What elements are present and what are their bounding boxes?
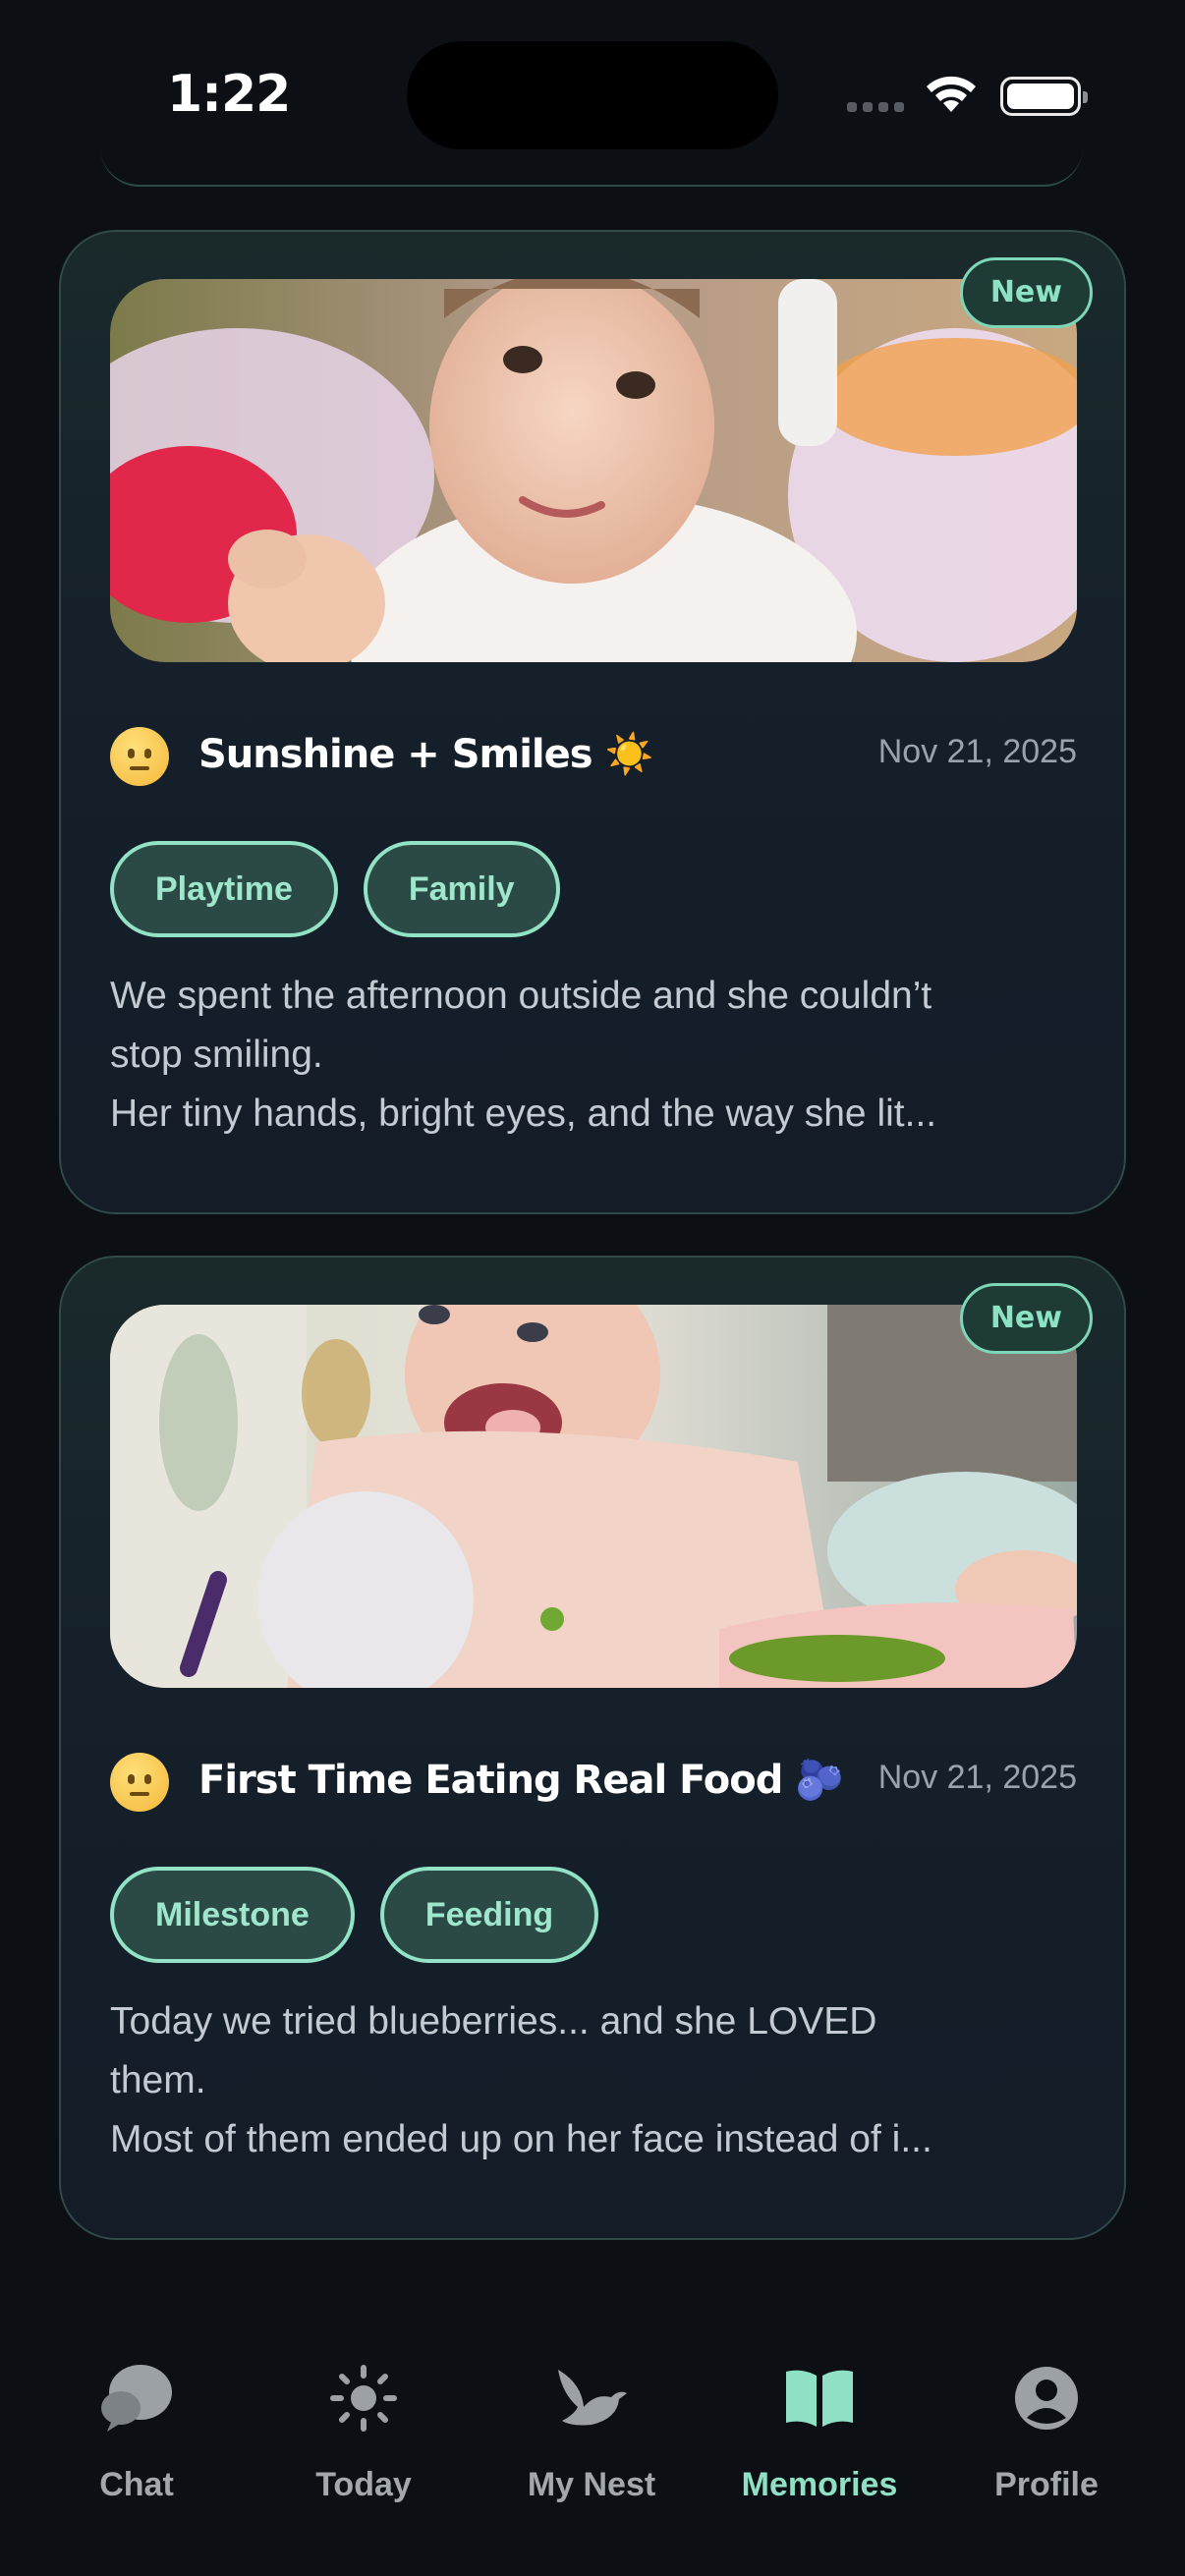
description-line: Today we tried blueberries... and she LO… — [110, 2000, 877, 2043]
bird-icon — [558, 2370, 627, 2426]
tab-label: My Nest — [527, 2466, 656, 2503]
memory-title: First Time Eating Real Food 🫐... — [198, 1758, 847, 1803]
cellular-signal-icon — [847, 102, 904, 112]
neutral-face-icon — [110, 727, 169, 786]
new-badge: New — [959, 1283, 1093, 1354]
tab-bar: Chat Today My Nest Memories Profile — [0, 2299, 1185, 2576]
description-line: them. — [110, 2059, 206, 2101]
profile-icon — [1015, 2367, 1078, 2430]
tab-my-nest[interactable]: My Nest — [493, 2354, 690, 2504]
memory-title-row: Sunshine + Smiles ☀️ Nov 21, 2025 — [110, 723, 1077, 792]
memory-date: Nov 21, 2025 — [877, 733, 1077, 770]
tag-chip[interactable]: Family — [363, 841, 560, 937]
neutral-face-icon — [110, 1753, 169, 1812]
tab-label: Chat — [99, 2466, 174, 2503]
new-badge: New — [959, 257, 1093, 328]
status-time: 1:22 — [167, 65, 291, 124]
memory-description: Today we tried blueberries... and she LO… — [110, 1992, 1083, 2169]
dynamic-island — [407, 41, 778, 149]
description-line: stop smiling. — [110, 1034, 323, 1076]
previous-card-edge — [100, 147, 1083, 187]
memory-date: Nov 21, 2025 — [877, 1759, 1077, 1796]
sun-icon — [330, 2365, 397, 2432]
tag-chip[interactable]: Milestone — [110, 1867, 355, 1963]
tab-today[interactable]: Today — [265, 2354, 462, 2504]
memory-tags: Playtime Family — [110, 841, 560, 937]
tab-label: Today — [315, 2466, 412, 2503]
battery-icon — [1000, 77, 1088, 116]
tab-profile[interactable]: Profile — [948, 2354, 1145, 2504]
description-line: Her tiny hands, bright eyes, and the way… — [110, 1092, 937, 1135]
memory-photo-baby-eating — [110, 1305, 1077, 1688]
memory-description: We spent the afternoon outside and she c… — [110, 967, 1083, 1144]
tag-chip[interactable]: Feeding — [379, 1867, 599, 1963]
description-line: Most of them ended up on her face instea… — [110, 2118, 932, 2160]
tag-chip[interactable]: Playtime — [110, 841, 338, 937]
chat-bubbles-icon — [101, 2365, 172, 2432]
tab-label: Profile — [994, 2466, 1099, 2503]
wifi-icon — [927, 76, 976, 112]
memory-photo-baby-smiling — [110, 279, 1077, 662]
memory-card[interactable]: New Sunshine + Smiles ☀️ Nov 21, 2025 Pl… — [59, 230, 1126, 1214]
book-icon — [786, 2370, 853, 2427]
memory-title-row: First Time Eating Real Food 🫐... Nov 21,… — [110, 1749, 1077, 1818]
tab-label: Memories — [741, 2466, 898, 2503]
memory-tags: Milestone Feeding — [110, 1867, 599, 1963]
tab-chat[interactable]: Chat — [38, 2354, 235, 2504]
memory-card[interactable]: New First Time Eating Real Food 🫐... Nov… — [59, 1256, 1126, 2240]
tab-memories[interactable]: Memories — [721, 2354, 918, 2504]
memory-title: Sunshine + Smiles ☀️ — [198, 732, 653, 777]
description-line: We spent the afternoon outside and she c… — [110, 975, 932, 1017]
